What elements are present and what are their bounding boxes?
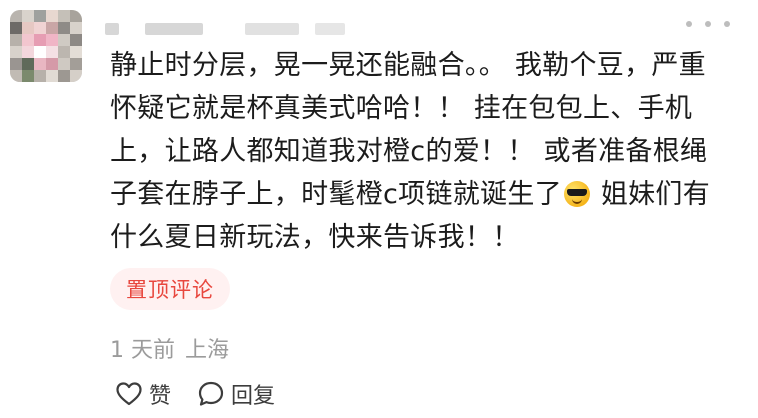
pinned-comment-badge: 置顶评论 (110, 268, 230, 310)
comment-line: 子套在脖子上，时髦橙c项链就诞生了 姐妹们有 (110, 179, 711, 210)
like-button[interactable]: 赞 (115, 378, 171, 410)
chat-bubble-icon (198, 381, 224, 406)
comment-line: 什么夏日新玩法，快来告诉我！！ (110, 222, 520, 253)
avatar[interactable] (10, 10, 82, 82)
reply-button[interactable]: 回复 (197, 378, 275, 410)
post-location: 上海 (185, 338, 230, 363)
comment-line: 怀疑它就是杯真美式哈哈！！ 挂在包包上、手机 (110, 93, 693, 124)
username-redacted[interactable] (105, 16, 365, 42)
more-dots-icon[interactable] (686, 14, 730, 34)
comment-text: 静止时分层，晃一晃还能融合。。 我勒个豆，严重 怀疑它就是杯真美式哈哈！！ 挂在… (110, 44, 750, 259)
comment-line: 静止时分层，晃一晃还能融合。。 我勒个豆，严重 (110, 50, 706, 81)
post-time: 1 天前 (110, 338, 175, 363)
pinned-comment-label: 置顶评论 (126, 278, 214, 302)
comment-meta: 1 天前 上海 (110, 332, 229, 364)
reply-label: 回复 (231, 384, 276, 409)
comment-actions: 赞 回复 (115, 378, 275, 410)
like-label: 赞 (149, 384, 172, 409)
heart-icon (116, 382, 142, 406)
sunglasses-emoji-icon (563, 181, 590, 207)
comment-line: 上，让路人都知道我对橙c的爱！！ 或者准备根绳 (110, 136, 708, 167)
